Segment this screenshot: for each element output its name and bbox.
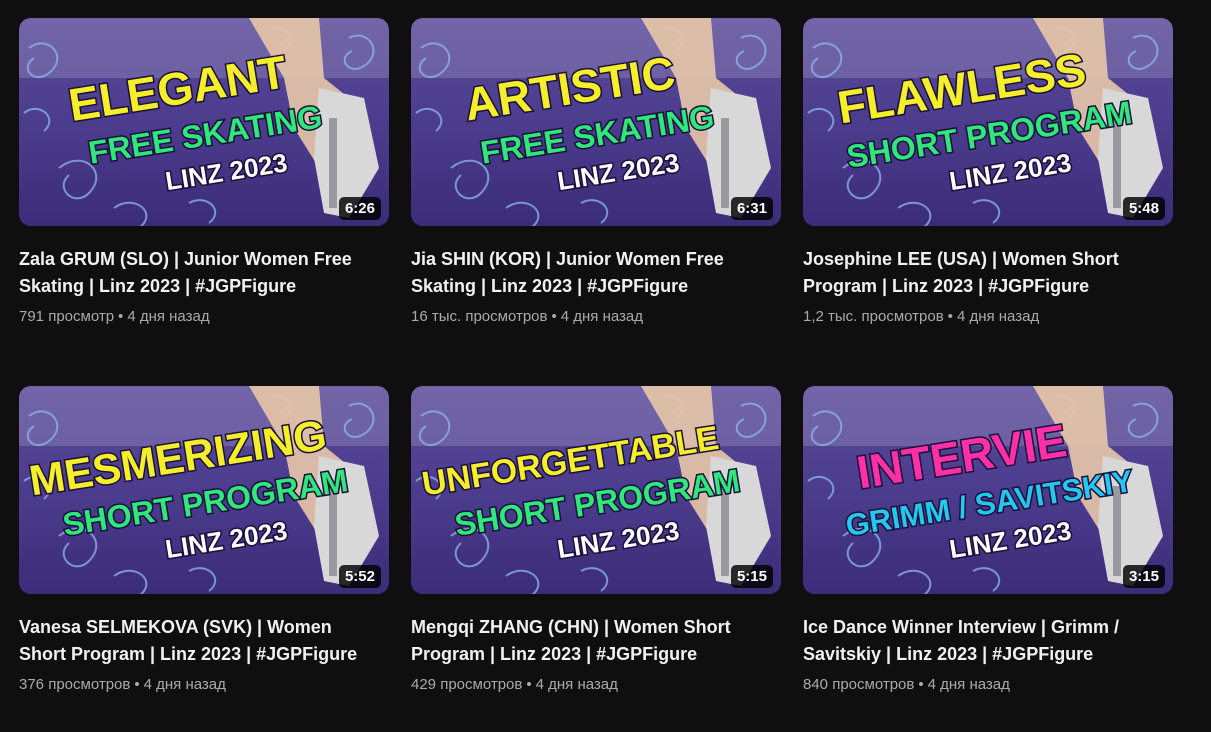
video-title[interactable]: Zala GRUM (SLO) | Junior Women Free Skat… bbox=[19, 246, 369, 300]
video-thumbnail[interactable]: MESMERIZING SHORT PROGRAM LINZ 2023 5:52 bbox=[19, 386, 389, 594]
video-title[interactable]: Mengqi ZHANG (CHN) | Women Short Program… bbox=[411, 614, 761, 668]
thumbnail-title-overlay: ARTISTIC FREE SKATING LINZ 2023 bbox=[459, 45, 718, 198]
view-count: 840 просмотров bbox=[803, 676, 915, 693]
upload-age: 4 дня назад bbox=[127, 308, 210, 325]
thumbnail-title-overlay: UNFORGETTABLE SHORT PROGRAM LINZ 2023 bbox=[418, 418, 744, 566]
video-card[interactable]: ARTISTIC FREE SKATING LINZ 2023 6:31 Jia… bbox=[411, 18, 781, 364]
view-count: 429 просмотров bbox=[411, 676, 523, 693]
video-meta: 376 просмотров • 4 дня назад bbox=[19, 676, 389, 693]
upload-age: 4 дня назад bbox=[560, 308, 644, 325]
video-meta: 16 тыс. просмотров • 4 дня назад bbox=[411, 308, 781, 325]
video-title[interactable]: Jia SHIN (KOR) | Junior Women Free Skati… bbox=[411, 246, 761, 300]
video-meta: 429 просмотров • 4 дня назад bbox=[411, 676, 781, 693]
video-duration-badge: 3:15 bbox=[1122, 565, 1165, 588]
video-duration-badge: 5:15 bbox=[730, 565, 773, 588]
video-thumbnail[interactable]: UNFORGETTABLE SHORT PROGRAM LINZ 2023 5:… bbox=[411, 386, 781, 594]
video-duration-badge: 5:52 bbox=[338, 565, 381, 588]
meta-separator: • bbox=[551, 308, 557, 325]
upload-age: 4 дня назад bbox=[535, 676, 618, 693]
upload-age: 4 дня назад bbox=[143, 676, 226, 693]
view-count: 1,2 тыс. просмотров bbox=[803, 308, 944, 325]
video-duration-badge: 6:31 bbox=[730, 197, 773, 220]
meta-separator: • bbox=[118, 308, 124, 325]
video-meta: 1,2 тыс. просмотров • 4 дня назад bbox=[803, 308, 1173, 325]
video-card[interactable]: ELEGANT FREE SKATING LINZ 2023 6:26 Zala… bbox=[19, 18, 389, 364]
video-thumbnail[interactable]: ARTISTIC FREE SKATING LINZ 2023 6:31 bbox=[411, 18, 781, 226]
thumbnail-title-overlay: MESMERIZING SHORT PROGRAM LINZ 2023 bbox=[25, 411, 352, 566]
view-count: 376 просмотров bbox=[19, 676, 131, 693]
video-meta: 791 просмотр • 4 дня назад bbox=[19, 308, 389, 325]
video-grid: ELEGANT FREE SKATING LINZ 2023 6:26 Zala… bbox=[19, 18, 1173, 732]
video-title[interactable]: Vanesa SELMEKOVA (SVK) | Women Short Pro… bbox=[19, 614, 369, 668]
video-duration-badge: 6:26 bbox=[338, 197, 381, 220]
video-card[interactable]: INTERVIE GRIMM / SAVITSKIY LINZ 2023 3:1… bbox=[803, 386, 1173, 732]
meta-separator: • bbox=[134, 676, 140, 693]
upload-age: 4 дня назад bbox=[956, 308, 1040, 325]
thumbnail-title-overlay: ELEGANT FREE SKATING LINZ 2023 bbox=[64, 44, 326, 198]
video-card[interactable]: MESMERIZING SHORT PROGRAM LINZ 2023 5:52… bbox=[19, 386, 389, 732]
video-meta: 840 просмотров • 4 дня назад bbox=[803, 676, 1173, 693]
video-thumbnail[interactable]: FLAWLESS SHORT PROGRAM LINZ 2023 5:48 bbox=[803, 18, 1173, 226]
meta-separator: • bbox=[526, 676, 532, 693]
meta-separator: • bbox=[947, 308, 953, 325]
meta-separator: • bbox=[918, 676, 924, 693]
video-thumbnail[interactable]: INTERVIE GRIMM / SAVITSKIY LINZ 2023 3:1… bbox=[803, 386, 1173, 594]
video-title[interactable]: Ice Dance Winner Interview | Grimm / Sav… bbox=[803, 614, 1153, 668]
thumbnail-title-overlay: INTERVIE GRIMM / SAVITSKIY LINZ 2023 bbox=[842, 413, 1137, 566]
view-count: 16 тыс. просмотров bbox=[411, 308, 548, 325]
upload-age: 4 дня назад bbox=[927, 676, 1010, 693]
video-title[interactable]: Josephine LEE (USA) | Women Short Progra… bbox=[803, 246, 1153, 300]
thumbnail-title-overlay: FLAWLESS SHORT PROGRAM LINZ 2023 bbox=[832, 42, 1135, 198]
view-count: 791 просмотр bbox=[19, 308, 115, 325]
video-card[interactable]: FLAWLESS SHORT PROGRAM LINZ 2023 5:48 Jo… bbox=[803, 18, 1173, 364]
video-duration-badge: 5:48 bbox=[1122, 197, 1165, 220]
video-card[interactable]: UNFORGETTABLE SHORT PROGRAM LINZ 2023 5:… bbox=[411, 386, 781, 732]
video-thumbnail[interactable]: ELEGANT FREE SKATING LINZ 2023 6:26 bbox=[19, 18, 389, 226]
